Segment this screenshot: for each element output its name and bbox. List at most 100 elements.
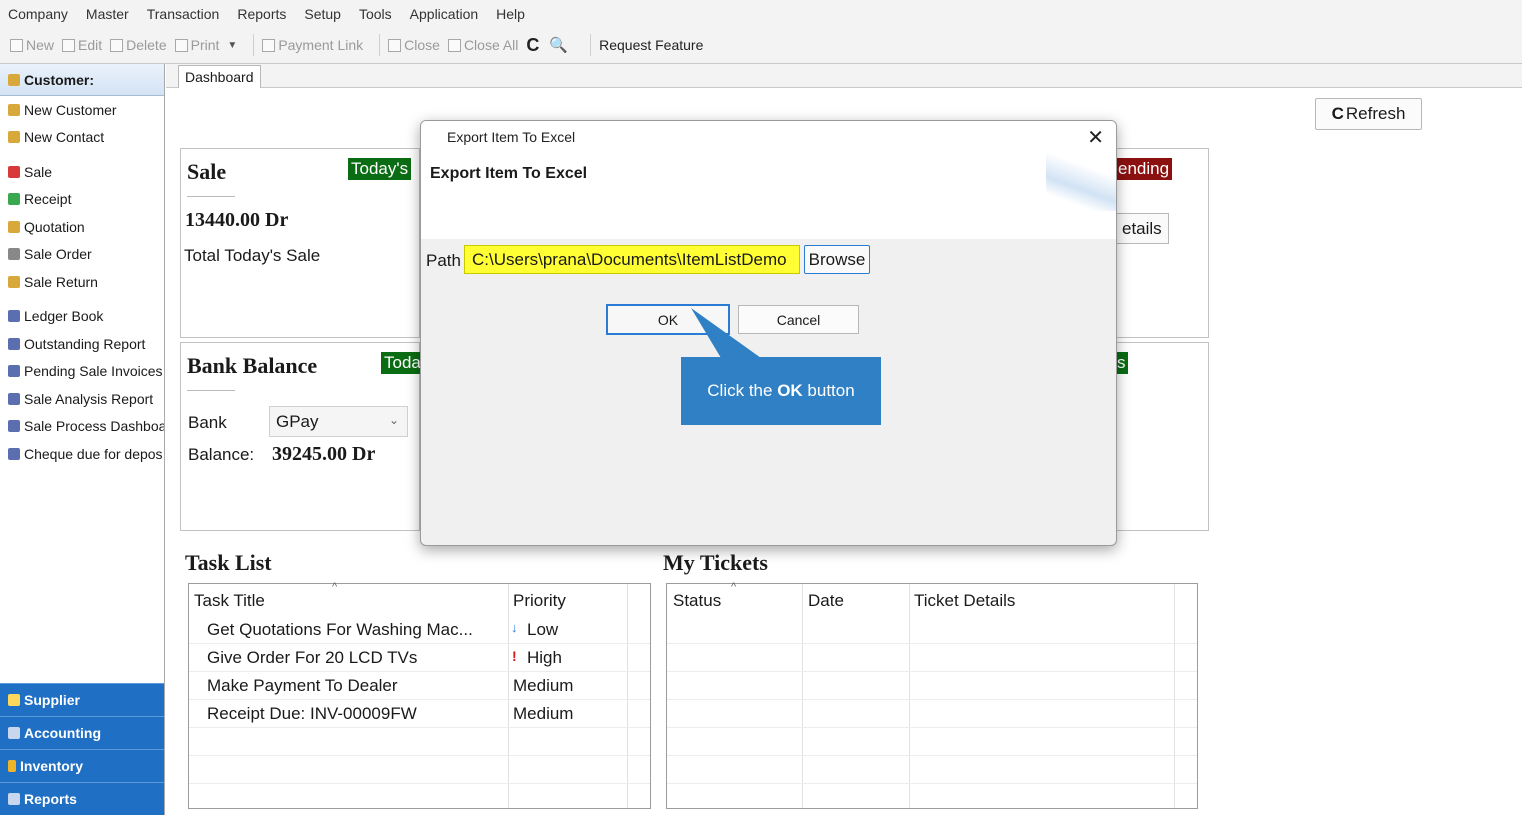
- sidebar-item-label: Sale: [24, 163, 53, 180]
- sidebar-item-ledger-book[interactable]: Ledger Book: [0, 303, 164, 331]
- sidebar-item-sale-process-dashboa[interactable]: Sale Process Dashboa: [0, 413, 164, 441]
- sidebar-items: New Customer New Contact Sale Receipt Quotat…: [0, 96, 164, 468]
- menu-application[interactable]: Application: [410, 6, 479, 22]
- close-icon[interactable]: ✕: [1087, 125, 1104, 150]
- new-icon: [10, 38, 23, 52]
- bank-balance-panel: Bank Balance Toda Bank GPay ⌄ Balance: 3…: [180, 342, 424, 531]
- task-title[interactable]: Make Payment To Dealer: [207, 676, 398, 696]
- column-header-priority[interactable]: Priority: [513, 591, 566, 611]
- close-all-button[interactable]: Close All: [447, 37, 518, 53]
- sidebar-item-sale-analysis-report[interactable]: Sale Analysis Report: [0, 385, 164, 413]
- tickets-grid: ^ Status Date Ticket Details: [666, 581, 1198, 809]
- request-feature-button[interactable]: Request Feature: [599, 37, 703, 53]
- today-badge: Today's: [348, 158, 412, 180]
- sidebar-header[interactable]: Customer:: [0, 64, 164, 96]
- sidebar-item-receipt[interactable]: Receipt: [0, 186, 164, 214]
- row-divider: [667, 643, 1197, 644]
- sidebar-item-sale[interactable]: Sale: [0, 158, 164, 186]
- inventory-icon: [8, 760, 16, 772]
- print-button[interactable]: Print: [174, 37, 219, 53]
- report-icon: [8, 392, 20, 405]
- bank-balance-title: Bank Balance: [187, 353, 318, 378]
- sidebar-item-sale-order[interactable]: Sale Order: [0, 241, 164, 269]
- row-divider: [189, 783, 650, 784]
- sidebar-item-sale-return[interactable]: Sale Return: [0, 268, 164, 296]
- sidebar-item-label: Sale Process Dashboa: [24, 418, 164, 435]
- menu-master[interactable]: Master: [86, 6, 129, 22]
- refresh-button[interactable]: C Refresh: [1315, 98, 1422, 130]
- sort-arrow-icon: ^: [332, 581, 338, 593]
- menu-transaction[interactable]: Transaction: [147, 6, 220, 22]
- row-divider: [667, 755, 1197, 756]
- menu-company[interactable]: Company: [8, 6, 68, 22]
- toolbar-divider: [379, 34, 381, 56]
- column-header-date[interactable]: Date: [808, 591, 844, 611]
- pending-panel: ending etails: [1115, 148, 1209, 338]
- row-divider: [189, 671, 650, 672]
- sidebar-item-quotation[interactable]: Quotation: [0, 213, 164, 241]
- sidebar-section-inventory[interactable]: Inventory: [0, 749, 164, 782]
- column-divider: [627, 584, 628, 808]
- user-icon: [8, 275, 20, 288]
- tutorial-callout: Click the OK button: [681, 357, 881, 425]
- edit-label: Edit: [78, 37, 103, 53]
- row-divider: [189, 755, 650, 756]
- my-tickets-title: My Tickets: [663, 550, 768, 575]
- reload-icon[interactable]: C: [526, 35, 539, 56]
- sidebar-section-label: Inventory: [20, 758, 84, 774]
- column-header-status[interactable]: Status: [673, 591, 721, 611]
- close-button[interactable]: Close: [388, 37, 440, 53]
- delete-button[interactable]: Delete: [110, 37, 167, 53]
- task-priority: Medium: [513, 676, 574, 695]
- column-header-task-title[interactable]: Task Title: [194, 591, 265, 611]
- task-list-title: Task List: [185, 550, 272, 575]
- refresh-icon: C: [1331, 104, 1344, 123]
- report-icon: [8, 310, 20, 323]
- sidebar-section-reports[interactable]: Reports: [0, 782, 164, 815]
- delete-icon: [110, 38, 124, 52]
- toolbar: New Edit Delete Print ▼ Payment Link Clo…: [0, 27, 1522, 64]
- row-divider: [189, 643, 650, 644]
- column-header-ticket-details[interactable]: Ticket Details: [914, 591, 1015, 611]
- sidebar-item-pending-sale-invoices[interactable]: Pending Sale Invoices: [0, 358, 164, 386]
- task-title[interactable]: Get Quotations For Washing Mac...: [207, 620, 473, 640]
- callout-arrow: [691, 308, 761, 358]
- sidebar-item-cheque-due-for-depos[interactable]: Cheque due for depos: [0, 440, 164, 468]
- payment-link-button[interactable]: Payment Link: [262, 37, 363, 53]
- menu-reports[interactable]: Reports: [237, 6, 286, 22]
- sidebar-item-outstanding-report[interactable]: Outstanding Report: [0, 330, 164, 358]
- task-title[interactable]: Receipt Due: INV-00009FW: [207, 704, 417, 724]
- path-input[interactable]: C:\Users\prana\Documents\ItemListDemo: [464, 245, 800, 274]
- row-divider: [667, 671, 1197, 672]
- sale-title: Sale: [187, 159, 227, 184]
- sidebar-section-supplier[interactable]: Supplier: [0, 683, 164, 716]
- task-title[interactable]: Give Order For 20 LCD TVs: [207, 648, 417, 668]
- edit-button[interactable]: Edit: [62, 37, 102, 53]
- sidebar-item-new-customer[interactable]: New Customer: [0, 96, 164, 124]
- menu-setup[interactable]: Setup: [304, 6, 341, 22]
- sidebar-item-new-contact[interactable]: New Contact: [0, 124, 164, 152]
- browse-button[interactable]: Browse: [804, 245, 870, 274]
- new-label: New: [26, 37, 55, 53]
- menu-tools[interactable]: Tools: [359, 6, 392, 22]
- search-icon[interactable]: 🔍: [549, 36, 568, 54]
- task-list-grid: ^ Task Title Priority Get Quotations For…: [188, 581, 651, 809]
- title-underline: [187, 390, 235, 391]
- balance-label: Balance:: [188, 445, 255, 464]
- details-button[interactable]: etails: [1115, 213, 1169, 244]
- tab-dashboard[interactable]: Dashboard: [178, 65, 261, 88]
- toolbar-divider: [590, 34, 592, 56]
- receipt-icon: [8, 193, 20, 206]
- print-dropdown[interactable]: ▼: [227, 40, 237, 51]
- dialog-header: Export Item To Excel ✕ Export Item To Ex…: [421, 121, 1116, 239]
- sidebar-section-accounting[interactable]: Accounting: [0, 716, 164, 749]
- new-button[interactable]: New: [10, 37, 54, 53]
- pending-badge: ending: [1115, 158, 1173, 180]
- menu-help[interactable]: Help: [496, 6, 525, 22]
- bank-select[interactable]: GPay ⌄: [269, 406, 408, 437]
- user-icon: [8, 131, 20, 144]
- print-icon: [174, 38, 188, 52]
- toolbar-divider: [253, 34, 255, 56]
- sidebar-item-label: Receipt: [24, 191, 72, 208]
